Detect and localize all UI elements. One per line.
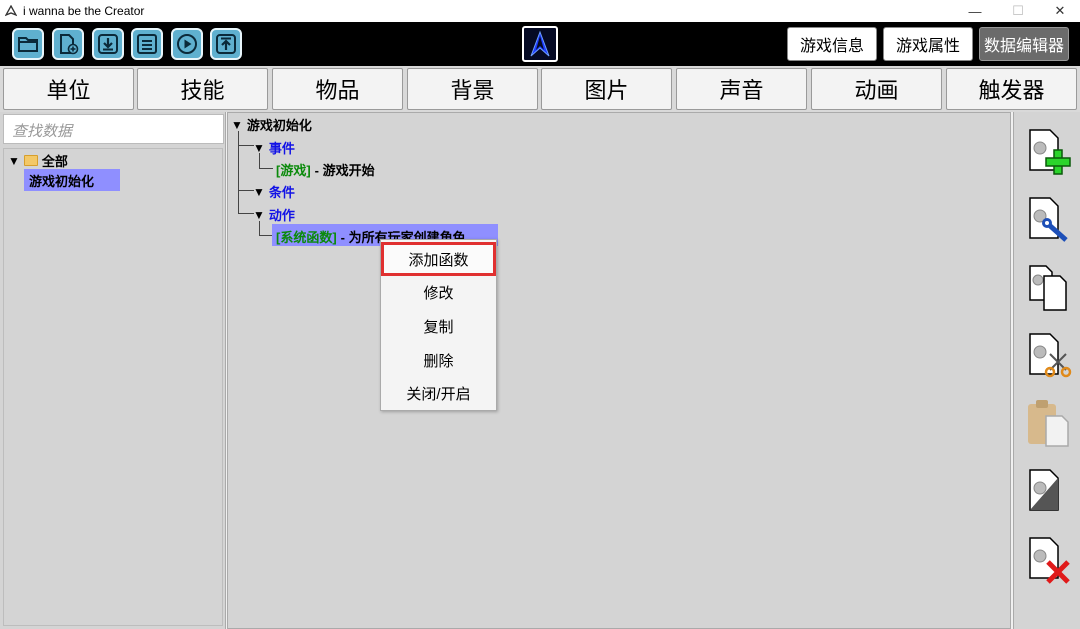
toggle-function-button[interactable] (1026, 466, 1076, 518)
tree-node-events[interactable]: ▼ 事件 (253, 138, 295, 157)
game-logo-icon (530, 30, 550, 57)
toggle-function-icon (1029, 469, 1059, 511)
actions-label: 动作 (268, 208, 295, 223)
game-info-button[interactable]: 游戏信息 (787, 27, 877, 61)
game-properties-button[interactable]: 游戏属性 (883, 27, 973, 61)
conditions-label: 条件 (268, 185, 295, 200)
trigger-list: ▼ 全部 游戏初始化 (3, 148, 223, 626)
tree-line (238, 190, 254, 191)
open-folder-button[interactable] (12, 28, 44, 60)
add-function-button[interactable] (1026, 126, 1076, 178)
save-icon (137, 34, 157, 54)
left-panel: 查找数据 ▼ 全部 游戏初始化 (0, 112, 226, 629)
event-text: - 游戏开始 (314, 163, 375, 178)
edit-function-icon (1029, 197, 1068, 242)
action-tag: [系统函数] (276, 230, 337, 245)
play-button[interactable] (171, 28, 203, 60)
tree-line (238, 213, 254, 214)
download-button[interactable] (92, 28, 124, 60)
window-title: i wanna be the Creator (23, 4, 145, 18)
paste-function-button[interactable] (1026, 398, 1076, 450)
download-icon (98, 34, 118, 54)
tree-root[interactable]: ▼ 全部 (8, 151, 68, 170)
upload-button[interactable] (210, 28, 242, 60)
open-folder-icon (18, 37, 38, 52)
tree-line (238, 131, 239, 213)
play-icon (177, 34, 197, 54)
minimize-button[interactable]: — (955, 0, 995, 22)
expand-triangle-icon[interactable]: ▼ (231, 118, 243, 132)
expand-triangle-icon[interactable]: ▼ (253, 185, 265, 199)
tab-sounds[interactable]: 声音 (676, 68, 807, 110)
events-label: 事件 (268, 141, 295, 156)
menu-item-copy[interactable]: 复制 (381, 310, 496, 342)
folder-icon (23, 155, 38, 166)
add-function-icon (1029, 129, 1071, 175)
tab-backgrounds[interactable]: 背景 (407, 68, 538, 110)
title-bar: i wanna be the Creator — ☐ ✕ (0, 0, 1080, 22)
event-tag: [游戏] (276, 163, 311, 178)
category-tabs: 单位 技能 物品 背景 图片 声音 动画 触发器 (0, 66, 1080, 112)
tab-triggers[interactable]: 触发器 (946, 68, 1077, 110)
menu-item-add-function[interactable]: 添加函数 (381, 242, 496, 276)
copy-function-button[interactable] (1026, 262, 1076, 314)
menu-item-delete[interactable]: 删除 (381, 344, 496, 376)
right-action-panel (1013, 112, 1080, 629)
tab-skills[interactable]: 技能 (137, 68, 268, 110)
tree-node-actions[interactable]: ▼ 动作 (253, 205, 295, 224)
context-menu: 添加函数 修改 复制 删除 关闭/开启 (380, 239, 497, 411)
expand-triangle-icon[interactable]: ▼ (8, 154, 20, 168)
data-editor-button[interactable]: 数据编辑器 (979, 27, 1069, 61)
save-button[interactable] (131, 28, 163, 60)
app-logo-icon (4, 4, 18, 18)
tree-line (259, 168, 273, 169)
delete-function-icon (1029, 537, 1070, 584)
edit-function-button[interactable] (1026, 194, 1076, 246)
tree-line (259, 235, 272, 236)
delete-function-button[interactable] (1026, 534, 1076, 586)
expand-triangle-icon[interactable]: ▼ (253, 141, 265, 155)
app-logo (522, 26, 558, 62)
new-file-button[interactable] (52, 28, 84, 60)
maximize-button[interactable]: ☐ (998, 0, 1038, 22)
upload-icon (216, 34, 236, 54)
tab-units[interactable]: 单位 (3, 68, 134, 110)
tab-animations[interactable]: 动画 (811, 68, 942, 110)
close-button[interactable]: ✕ (1040, 0, 1080, 22)
tree-root-label: 全部 (41, 154, 68, 169)
paste-function-icon (1028, 400, 1069, 447)
trigger-name: 游戏初始化 (246, 118, 312, 133)
menu-item-toggle[interactable]: 关闭/开启 (381, 377, 496, 409)
trigger-item-selected[interactable]: 游戏初始化 (24, 169, 120, 191)
tab-images[interactable]: 图片 (541, 68, 672, 110)
tree-node-conditions[interactable]: ▼ 条件 (253, 182, 295, 201)
cut-function-button[interactable] (1026, 330, 1076, 382)
tree-line (238, 145, 254, 146)
event-item[interactable]: [游戏] - 游戏开始 (276, 160, 375, 179)
tree-node-root[interactable]: ▼ 游戏初始化 (231, 115, 312, 134)
tab-items[interactable]: 物品 (272, 68, 403, 110)
menu-item-edit[interactable]: 修改 (381, 276, 496, 308)
trigger-editor: ▼ 游戏初始化 ▼ 事件 [游戏] - 游戏开始 ▼ 条件 ▼ 动作 [系统函数… (227, 112, 1011, 629)
cut-function-icon (1029, 333, 1072, 378)
search-input[interactable]: 查找数据 (3, 114, 224, 144)
new-file-icon (60, 34, 79, 55)
copy-function-icon (1029, 265, 1067, 311)
toolbar: 游戏信息 游戏属性 数据编辑器 (0, 22, 1080, 66)
expand-triangle-icon[interactable]: ▼ (253, 208, 265, 222)
